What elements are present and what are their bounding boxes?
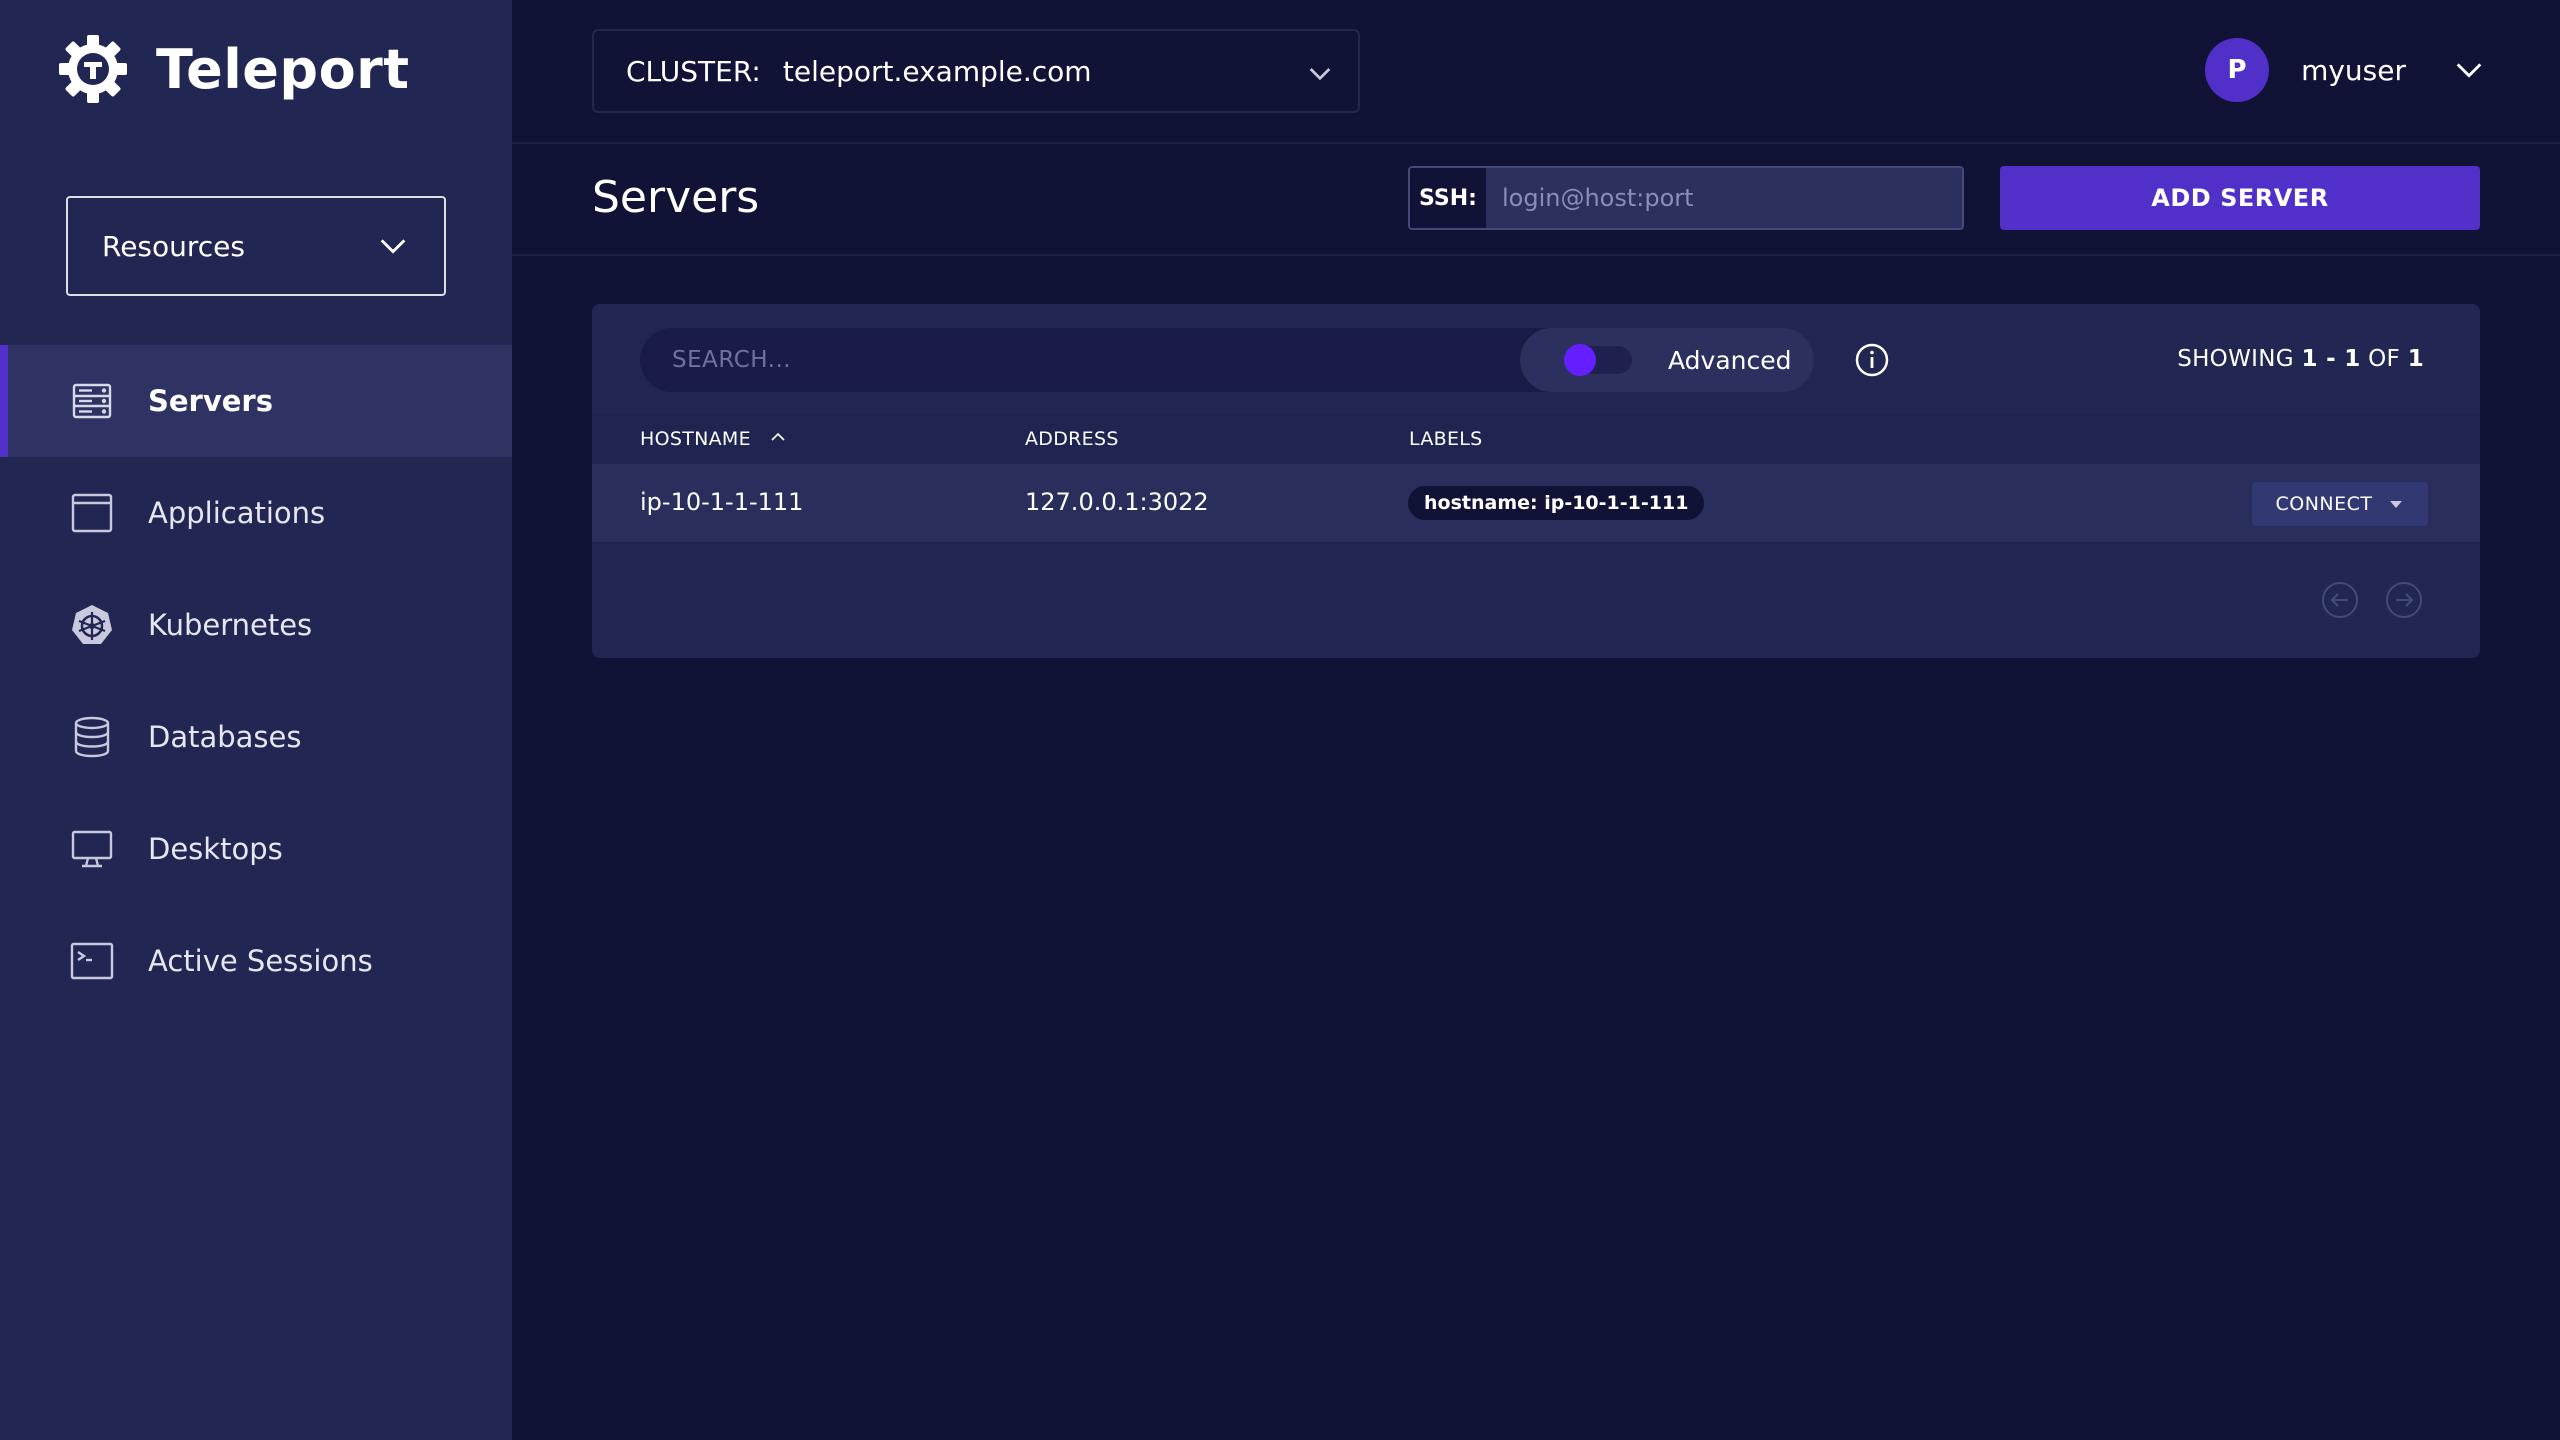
user-menu[interactable]: P myuser (2205, 38, 2486, 102)
chevron-down-icon (380, 239, 406, 254)
terminal-icon (70, 939, 114, 983)
kubernetes-icon (70, 603, 114, 647)
servers-panel: Advanced SHOWING 1 - 1 OF 1 HOSTNAME ADD… (592, 304, 2480, 658)
cell-address: 127.0.0.1:3022 (1025, 488, 1209, 516)
sidebar-item-label: Databases (148, 720, 302, 754)
ssh-label: SSH: (1410, 168, 1486, 228)
desktop-icon (70, 827, 114, 871)
sidebar-item-label: Applications (148, 496, 326, 530)
sidebar-item-active-sessions[interactable]: Active Sessions (0, 905, 512, 1017)
toggle-switch[interactable] (1564, 344, 1632, 376)
avatar: P (2205, 38, 2270, 102)
sidebar-item-servers[interactable]: Servers (0, 345, 512, 457)
column-header-label: HOSTNAME (640, 428, 751, 450)
sidebar-item-desktops[interactable]: Desktops (0, 793, 512, 905)
ssh-login-input[interactable] (1486, 168, 1962, 228)
add-server-button[interactable]: ADD SERVER (2000, 166, 2480, 230)
table-row: ip-10-1-1-111 127.0.0.1:3022 hostname: i… (592, 464, 2480, 544)
database-icon (70, 715, 114, 759)
section-select[interactable]: Resources (66, 196, 446, 296)
advanced-search-toggle[interactable]: Advanced (1520, 328, 1814, 392)
sidebar-item-label: Active Sessions (148, 944, 373, 978)
ssh-login-box: SSH: (1408, 166, 1964, 230)
previous-page-icon[interactable] (2320, 580, 2360, 620)
cluster-value: teleport.example.com (782, 54, 1092, 88)
cluster-select[interactable]: CLUSTER: teleport.example.com (592, 29, 1360, 113)
sidebar-item-label: Kubernetes (148, 608, 313, 642)
column-header-address: ADDRESS (1025, 428, 1119, 450)
table-header: HOSTNAME ADDRESS LABELS (592, 414, 2480, 464)
sidebar-nav: Servers Applications Kubernetes Database… (0, 345, 512, 1017)
sidebar-item-label: Desktops (148, 832, 283, 866)
server-icon (70, 379, 114, 423)
username: myuser (2301, 53, 2406, 87)
sidebar-item-applications[interactable]: Applications (0, 457, 512, 569)
search-input[interactable] (640, 328, 1520, 392)
pagination-controls (2296, 580, 2424, 620)
sidebar-item-kubernetes[interactable]: Kubernetes (0, 569, 512, 681)
showing-prefix: SHOWING (2177, 346, 2302, 372)
brand[interactable]: Teleport (58, 34, 410, 104)
next-page-icon[interactable] (2384, 580, 2424, 620)
cluster-label: CLUSTER: (626, 54, 761, 88)
search-bar: Advanced (640, 328, 1814, 392)
chevron-down-icon (2456, 63, 2482, 78)
caret-down-icon (2389, 501, 2402, 508)
showing-range: 1 - 1 (2301, 346, 2361, 372)
sidebar: Teleport Resources Servers Applications … (0, 0, 512, 1440)
sidebar-item-databases[interactable]: Databases (0, 681, 512, 793)
sidebar-item-label: Servers (148, 384, 273, 418)
info-icon[interactable] (1854, 342, 1890, 378)
application-icon (70, 491, 114, 535)
page-title: Servers (592, 172, 760, 223)
showing-total: 1 (2407, 346, 2424, 372)
column-header-hostname[interactable]: HOSTNAME (640, 428, 787, 450)
showing-of: OF (2360, 346, 2408, 372)
connect-label: CONNECT (2275, 493, 2373, 515)
section-select-label: Resources (102, 229, 245, 263)
label-chip[interactable]: hostname: ip-10-1-1-111 (1408, 486, 1705, 520)
column-header-labels: LABELS (1409, 428, 1483, 450)
top-bar: CLUSTER: teleport.example.com P myuser (512, 0, 2560, 144)
page-header: Servers SSH: ADD SERVER (512, 144, 2560, 256)
cell-hostname: ip-10-1-1-111 (640, 488, 804, 516)
teleport-logo-icon (59, 35, 127, 103)
advanced-label: Advanced (1668, 345, 1792, 375)
toggle-knob (1564, 344, 1596, 376)
sort-ascending-icon (771, 432, 785, 441)
brand-name: Teleport (156, 37, 410, 101)
chevron-down-icon (1309, 68, 1331, 81)
connect-button[interactable]: CONNECT (2252, 482, 2428, 526)
pagination-summary: SHOWING 1 - 1 OF 1 (2177, 346, 2424, 372)
